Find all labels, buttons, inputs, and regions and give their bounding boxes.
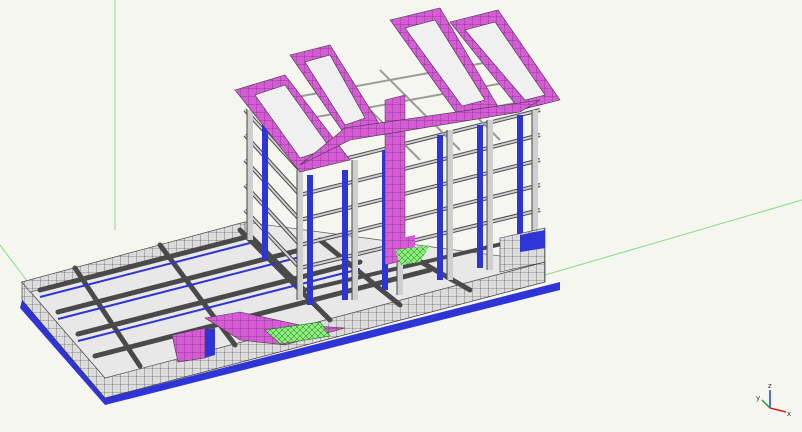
axis-y-label: y bbox=[756, 394, 760, 402]
structural-model-view[interactable] bbox=[0, 0, 802, 432]
axis-x-label: x bbox=[787, 410, 791, 418]
3d-viewport[interactable]: z x y bbox=[0, 0, 802, 432]
axis-triad-icon: z x y bbox=[756, 382, 791, 418]
axis-z-label: z bbox=[768, 382, 772, 390]
